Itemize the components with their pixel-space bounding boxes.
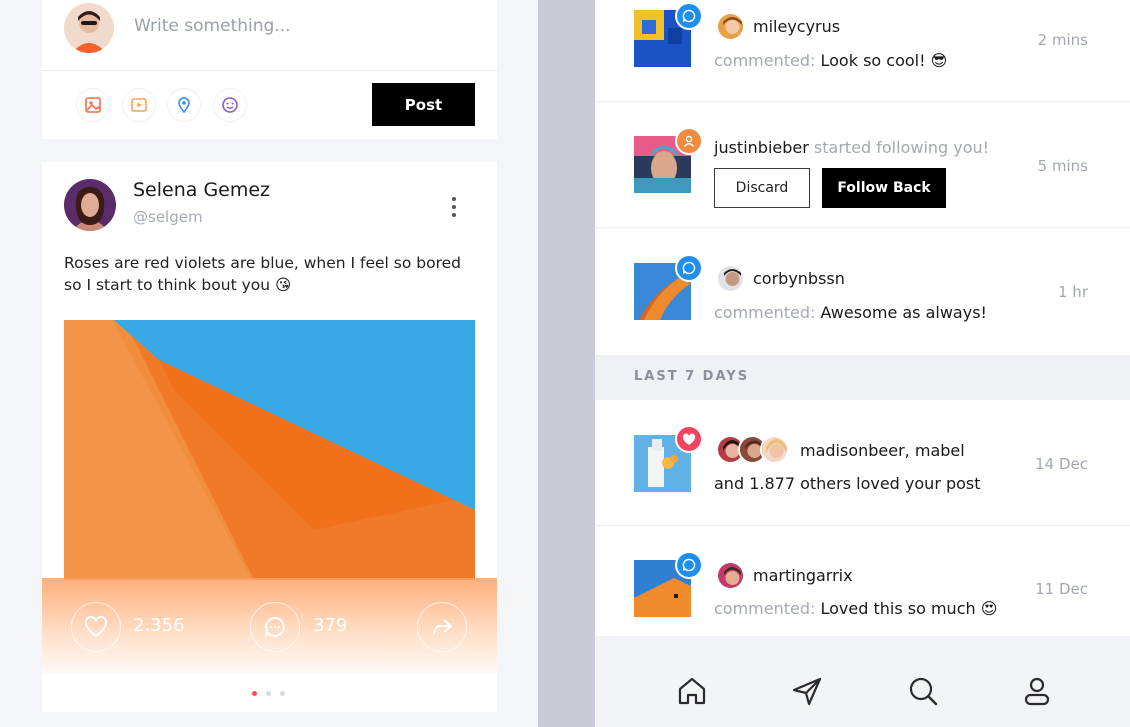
heart-badge-icon: [675, 425, 703, 453]
notification-time: 5 mins: [1037, 157, 1088, 175]
post-text: Roses are red violets are blue, when I f…: [64, 254, 461, 294]
notification-username[interactable]: mileycyrus: [753, 17, 840, 36]
image-icon[interactable]: [76, 88, 110, 122]
comment-badge-icon: [675, 551, 703, 579]
carousel-dot[interactable]: [280, 691, 285, 696]
post-author-handle: @selgem: [133, 208, 203, 226]
notification-time: 14 Dec: [1035, 455, 1088, 473]
notification-time: 11 Dec: [1035, 580, 1088, 598]
notification-username[interactable]: martingarrix: [753, 566, 853, 585]
notification-text: commented: Loved this so much 😍: [714, 599, 997, 618]
action-prefix: commented:: [714, 51, 816, 70]
follow-back-button[interactable]: Follow Back: [822, 168, 946, 208]
notification-username[interactable]: justinbieber started following you!: [714, 138, 989, 157]
bottom-navigation: [595, 636, 1130, 727]
comment-icon: [265, 616, 285, 637]
composer-input[interactable]: Write something...: [134, 16, 291, 36]
notification-text: commented: Awesome as always!: [714, 303, 987, 322]
comment-badge-icon: [675, 2, 703, 30]
follow-action: started following you!: [813, 138, 990, 157]
follow-badge-icon: [675, 127, 703, 155]
notification-item[interactable]: mileycyrus commented: Look so cool! 😎 2 …: [595, 0, 1130, 102]
post-composer: Write something... Post: [42, 0, 497, 139]
user-avatar[interactable]: [716, 12, 745, 41]
profile-icon[interactable]: [1020, 674, 1054, 708]
video-icon[interactable]: [122, 88, 156, 122]
notification-time: 2 mins: [1037, 31, 1088, 49]
share-icon: [433, 619, 452, 635]
panel-divider: [538, 0, 595, 727]
heart-icon: [84, 616, 108, 638]
carousel-dot[interactable]: [266, 691, 271, 696]
user-avatar[interactable]: [716, 264, 745, 293]
notification-username[interactable]: madisonbeer, mabel: [800, 441, 965, 460]
notification-text: commented: Look so cool! 😎: [714, 51, 947, 70]
location-icon[interactable]: [167, 88, 201, 122]
comment-button[interactable]: [250, 602, 300, 652]
search-icon[interactable]: [906, 674, 940, 708]
follow-username[interactable]: justinbieber: [714, 138, 809, 157]
notification-item[interactable]: justinbieber started following you! 5 mi…: [595, 103, 1130, 228]
comment-count: 379: [313, 615, 348, 636]
notification-item[interactable]: corbynbssn commented: Awesome as always!…: [595, 229, 1130, 356]
notification-item[interactable]: martingarrix commented: Loved this so mu…: [595, 526, 1130, 636]
post-image[interactable]: [64, 320, 475, 580]
comment-text: Loved this so much 😍: [820, 599, 998, 618]
post-card: Selena Gemez @selgem Roses are red viole…: [42, 162, 497, 712]
comment-text: Awesome as always!: [820, 303, 987, 322]
comment-text: Look so cool! 😎: [820, 51, 948, 70]
composer-separator: [42, 70, 497, 71]
action-prefix: commented:: [714, 599, 816, 618]
section-header: LAST 7 DAYS: [595, 356, 1130, 400]
like-count: 2.356: [133, 615, 185, 636]
notification-time: 1 hr: [1058, 283, 1088, 301]
user-avatar[interactable]: [716, 561, 745, 590]
more-options-icon[interactable]: [447, 194, 461, 220]
notifications-panel: mileycyrus commented: Look so cool! 😎 2 …: [595, 0, 1130, 727]
discard-button[interactable]: Discard: [714, 168, 810, 208]
user-avatar[interactable]: [760, 435, 789, 464]
notification-text: and 1.877 others loved your post: [714, 474, 981, 493]
post-button[interactable]: Post: [372, 83, 475, 126]
action-prefix: commented:: [714, 303, 816, 322]
emoji-icon[interactable]: [213, 88, 247, 122]
share-button[interactable]: [417, 602, 467, 652]
post-action-bar: 2.356 379: [42, 578, 497, 673]
post-author-avatar[interactable]: [64, 179, 116, 231]
like-button[interactable]: [71, 602, 121, 652]
home-icon[interactable]: [675, 674, 709, 708]
notification-username[interactable]: corbynbssn: [753, 269, 845, 288]
comment-badge-icon: [675, 254, 703, 282]
composer-avatar[interactable]: [64, 3, 114, 53]
carousel-indicator[interactable]: [252, 691, 285, 696]
post-author-name[interactable]: Selena Gemez: [133, 179, 270, 201]
send-icon[interactable]: [790, 674, 824, 708]
carousel-dot[interactable]: [252, 691, 257, 696]
notification-item[interactable]: madisonbeer, mabel and 1.877 others love…: [595, 400, 1130, 526]
